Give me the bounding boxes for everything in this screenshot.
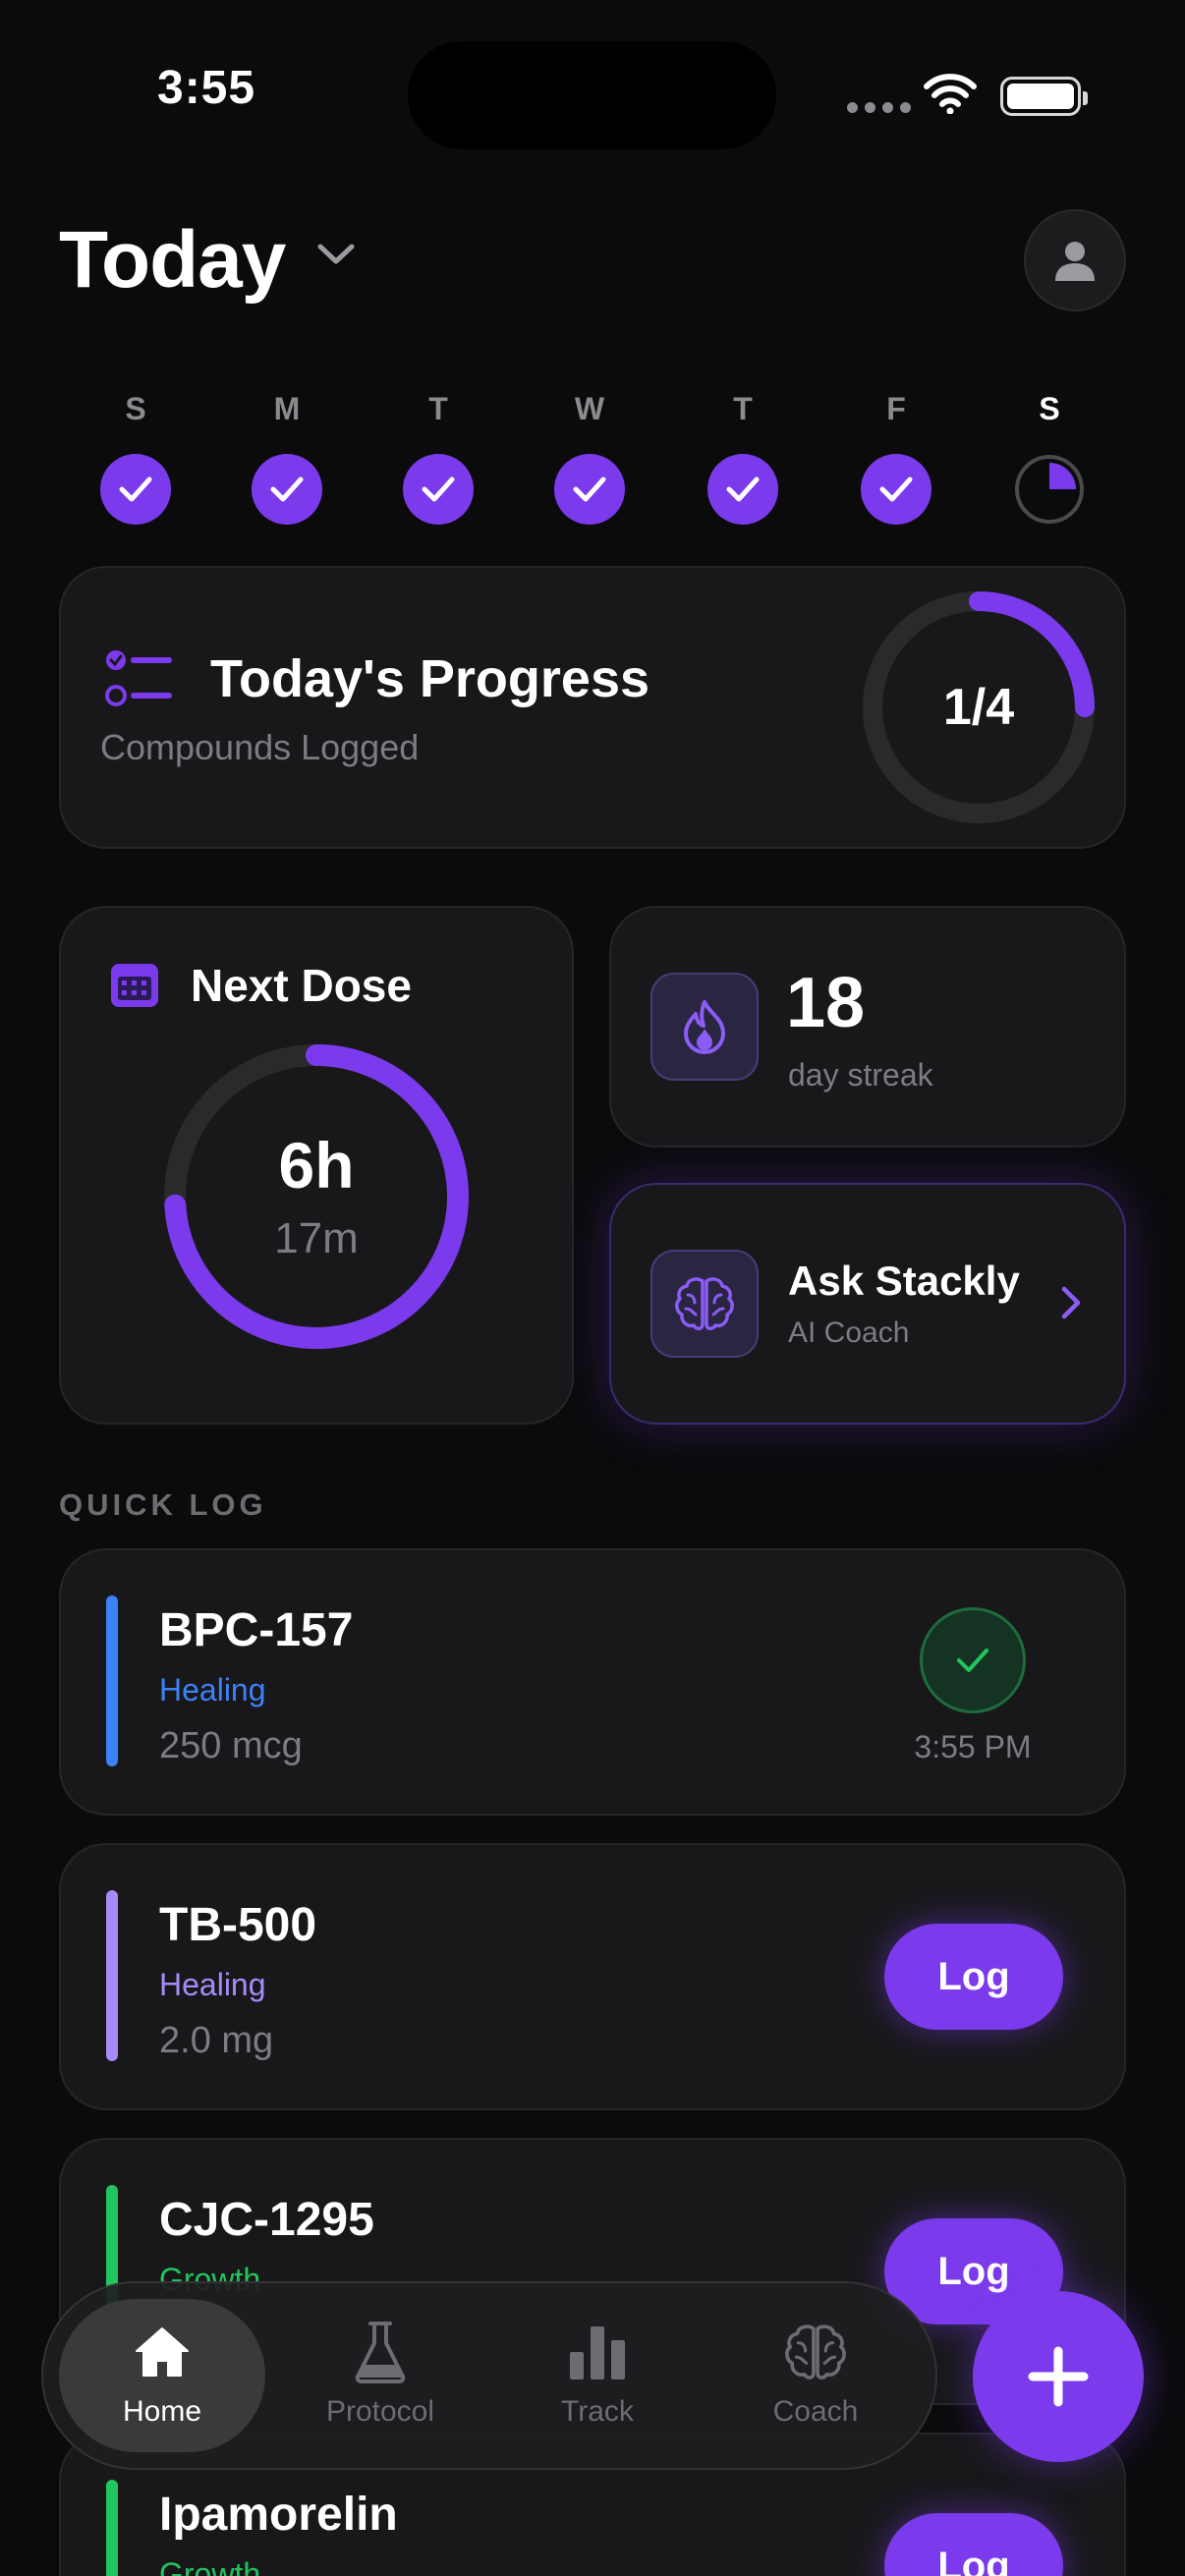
- next-dose-hours: 6h: [278, 1129, 355, 1202]
- compound-name: TB-500: [159, 1899, 317, 1951]
- page-title[interactable]: Today: [59, 214, 286, 307]
- brain-icon[interactable]: [762, 2317, 870, 2387]
- weekday-label: S: [1039, 391, 1060, 426]
- day-complete-indicator[interactable]: [100, 454, 171, 525]
- day-complete-indicator[interactable]: [861, 454, 931, 525]
- day-complete-indicator[interactable]: [707, 454, 778, 525]
- home-icon[interactable]: [108, 2317, 216, 2387]
- checklist-icon: [105, 650, 172, 706]
- next-dose-minutes: 17m: [274, 1214, 359, 1262]
- tab-protocol[interactable]: Protocol: [282, 2395, 479, 2429]
- log-button[interactable]: Log: [884, 2513, 1063, 2576]
- tab-coach[interactable]: Coach: [717, 2395, 914, 2429]
- streak-value: 18: [786, 964, 866, 1042]
- profile-avatar-button[interactable]: [1024, 209, 1126, 311]
- category-color-bar: [106, 1596, 118, 1766]
- category-color-bar: [106, 2480, 118, 2576]
- weekday-label: T: [428, 391, 448, 426]
- weekday-label: M: [273, 391, 301, 426]
- day-partial-indicator[interactable]: [1014, 454, 1085, 530]
- checkmark-icon: [573, 476, 606, 502]
- calendar-icon: [111, 964, 158, 1007]
- ask-stackly-title: Ask Stackly: [788, 1258, 1020, 1304]
- checkmark-icon: [879, 476, 913, 502]
- add-button[interactable]: [973, 2291, 1144, 2462]
- cellular-signal-icon: [847, 102, 911, 113]
- weekday-label: W: [574, 391, 605, 426]
- compound-category: Healing: [159, 1967, 266, 2002]
- next-dose-title: Next Dose: [191, 960, 412, 1011]
- brain-tile: [650, 1250, 759, 1358]
- tab-home[interactable]: Home: [64, 2395, 260, 2429]
- category-color-bar: [106, 1890, 118, 2061]
- weekday-label: T: [733, 391, 753, 426]
- day-complete-indicator[interactable]: [554, 454, 625, 525]
- checkmark-icon: [726, 476, 760, 502]
- compound-dose: 250 mcg: [159, 1725, 303, 1766]
- ask-stackly-subtitle: AI Coach: [788, 1316, 910, 1349]
- logged-time: 3:55 PM: [914, 1729, 1032, 1764]
- wifi-icon: [924, 74, 977, 114]
- logged-check-button[interactable]: [920, 1607, 1026, 1713]
- bar-chart-icon[interactable]: [543, 2317, 651, 2387]
- compound-dose: 2.0 mg: [159, 2020, 274, 2061]
- dynamic-island: [408, 41, 776, 149]
- flame-tile: [650, 973, 759, 1081]
- tab-track[interactable]: Track: [499, 2395, 696, 2429]
- chevron-down-icon[interactable]: [316, 242, 356, 267]
- chevron-right-icon: [1061, 1286, 1081, 1319]
- plus-icon: [1028, 2346, 1089, 2407]
- battery-icon: [1000, 77, 1088, 116]
- progress-title: Today's Progress: [210, 649, 650, 708]
- checkmark-icon: [422, 476, 455, 502]
- day-complete-indicator[interactable]: [252, 454, 322, 525]
- weekday-label: F: [886, 391, 906, 426]
- streak-label: day streak: [788, 1057, 933, 1092]
- flask-icon[interactable]: [326, 2317, 434, 2387]
- weekday-label: S: [125, 391, 146, 426]
- progress-value: 1/4: [942, 679, 1015, 736]
- progress-subtitle: Compounds Logged: [100, 727, 420, 767]
- compound-category: Healing: [159, 1672, 266, 1708]
- compound-name: CJC-1295: [159, 2194, 374, 2246]
- person-icon: [1055, 242, 1095, 281]
- brain-icon: [675, 1277, 734, 1330]
- checkmark-icon: [957, 1649, 988, 1672]
- checkmark-icon: [119, 476, 152, 502]
- day-complete-indicator[interactable]: [403, 454, 474, 525]
- flame-icon: [684, 1000, 725, 1054]
- compound-name: BPC-157: [159, 1604, 354, 1656]
- log-button[interactable]: Log: [884, 1924, 1063, 2030]
- quick-log-heading: QUICK LOG: [59, 1487, 267, 1522]
- compound-name: Ipamorelin: [159, 2489, 398, 2541]
- compound-category: Growth: [159, 2556, 261, 2576]
- status-time: 3:55: [157, 62, 256, 114]
- checkmark-icon: [270, 476, 304, 502]
